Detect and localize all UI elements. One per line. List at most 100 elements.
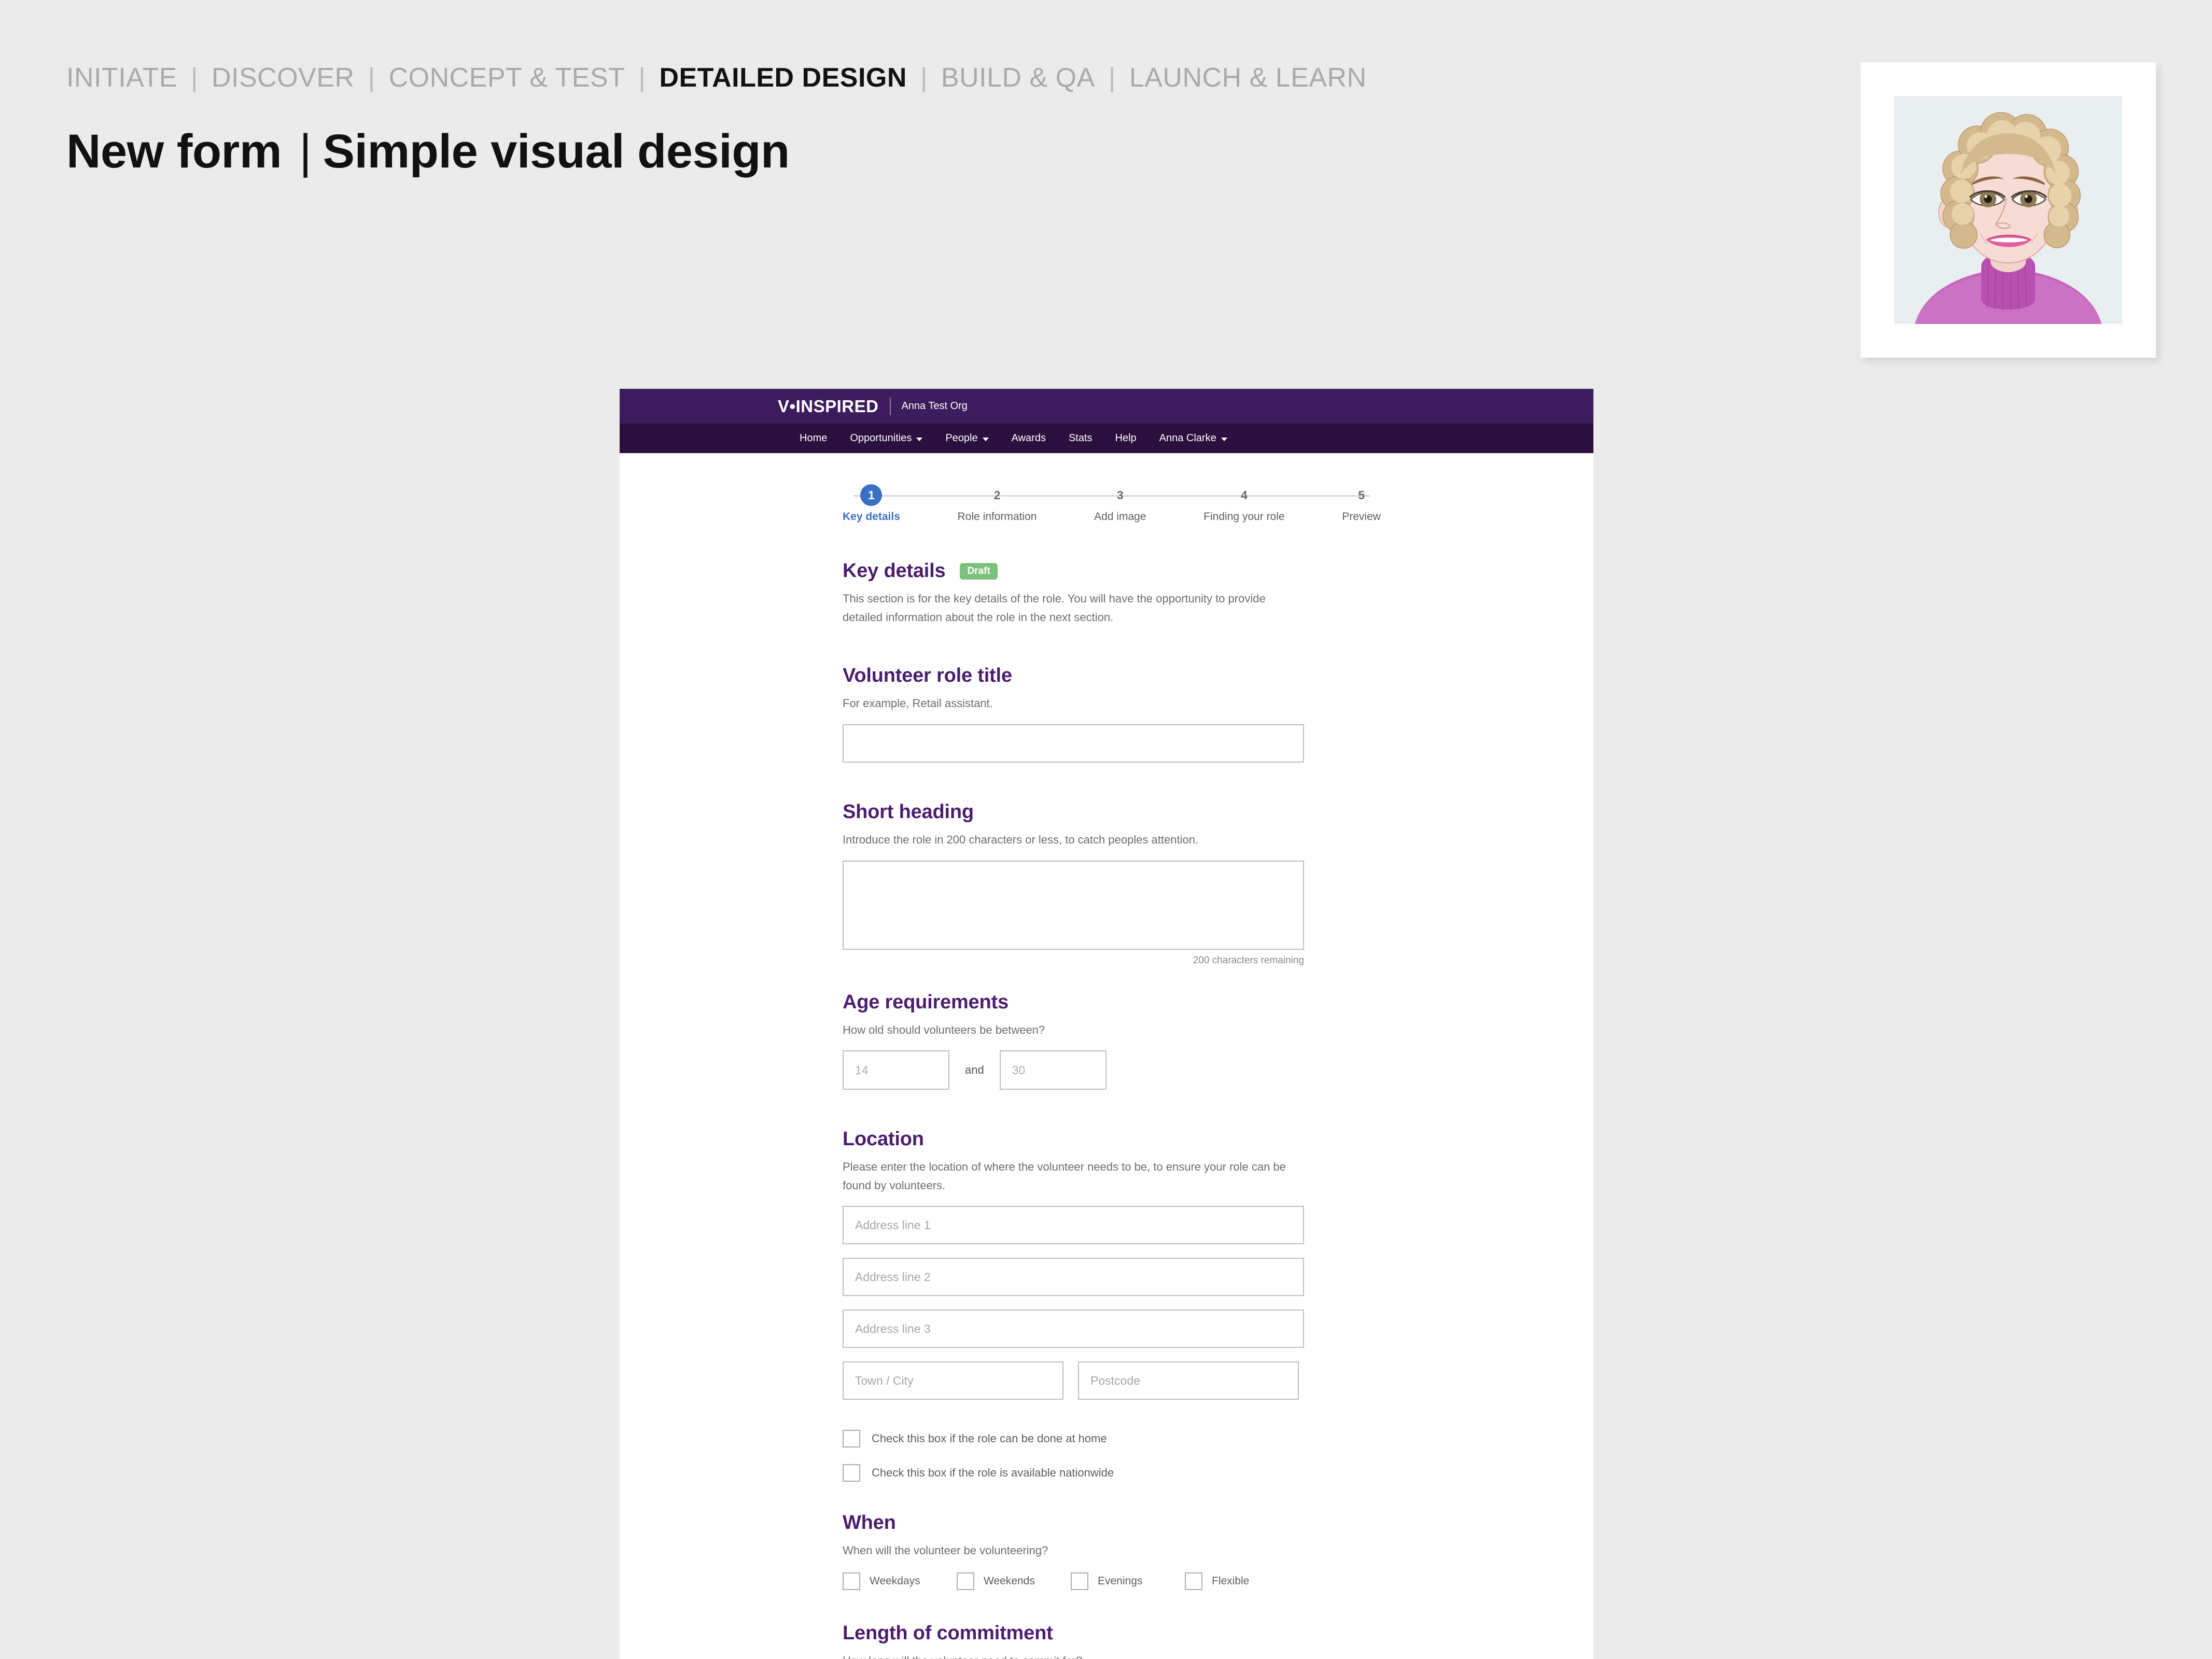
key-details-heading-row: Key details Draft	[843, 560, 1299, 582]
form-page-body: 1 Key details 2 Role information 3 Add i…	[620, 484, 1593, 1659]
phase-concept-test[interactable]: CONCEPT & TEST	[389, 62, 625, 93]
checkbox-flexible[interactable]	[1185, 1572, 1202, 1590]
volunteer-role-title-section: Volunteer role title For example, Retail…	[843, 665, 1304, 763]
stepper-step-add-image[interactable]: 3 Add image	[1094, 484, 1146, 523]
stepper-step-key-details[interactable]: 1 Key details	[843, 484, 900, 523]
volunteer-role-title-label: Volunteer role title	[843, 665, 1012, 687]
phase-detailed-design[interactable]: DETAILED DESIGN	[659, 62, 906, 93]
stepper-step-number: 1	[860, 484, 883, 506]
town-city-input[interactable]	[843, 1361, 1063, 1400]
phase-separator: |	[368, 63, 375, 93]
stepper-step-role-information[interactable]: 2 Role information	[958, 484, 1037, 523]
nav-item-awards[interactable]: Awards	[1000, 432, 1057, 444]
when-section: When When will the volunteer be voluntee…	[843, 1512, 1299, 1590]
nav-item-home[interactable]: Home	[788, 432, 838, 444]
chevron-down-icon	[1221, 438, 1227, 441]
checkbox-nationwide[interactable]	[843, 1464, 860, 1482]
when-option-label: Weekdays	[870, 1575, 920, 1587]
nav-item-stats[interactable]: Stats	[1057, 432, 1104, 444]
nav-item-people[interactable]: People	[934, 432, 1000, 444]
short-heading-section: Short heading Introduce the role in 200 …	[843, 800, 1304, 966]
age-minimum-input[interactable]	[843, 1050, 949, 1090]
phase-separator: |	[638, 63, 646, 93]
town-postcode-row	[843, 1361, 1299, 1400]
checkbox-row-done-at-home[interactable]: Check this box if the role can be done a…	[843, 1430, 1299, 1448]
phase-separator: |	[190, 63, 198, 93]
nav-item-label: Help	[1115, 432, 1137, 444]
when-option-evenings[interactable]: Evenings	[1071, 1572, 1185, 1590]
nav-item-help[interactable]: Help	[1104, 432, 1148, 444]
stepper-step-label: Add image	[1094, 511, 1146, 523]
address-line-2-input[interactable]	[843, 1258, 1304, 1297]
logo-divider	[890, 397, 891, 415]
stepper-step-number: 2	[993, 488, 1001, 502]
page-title-secondary: Simple visual design	[323, 125, 790, 178]
when-label: When	[843, 1512, 896, 1534]
stepper-step-finding-your-role[interactable]: 4 Finding your role	[1203, 484, 1284, 523]
short-heading-textarea[interactable]	[843, 860, 1304, 950]
volunteer-role-title-help: For example, Retail assistant.	[843, 697, 993, 710]
age-maximum-input[interactable]	[999, 1050, 1107, 1090]
status-badge: Draft	[960, 563, 998, 580]
postcode-input[interactable]	[1078, 1361, 1299, 1400]
length-of-commitment-help: How long will the volunteer need to comm…	[843, 1652, 1299, 1659]
checkbox-weekends[interactable]	[957, 1572, 974, 1590]
stepper-step-label: Finding your role	[1203, 511, 1285, 523]
avatar-card	[1860, 62, 2156, 358]
checkbox-label: Check this box if the role can be done a…	[872, 1432, 1107, 1445]
when-option-label: Evenings	[1098, 1575, 1143, 1587]
checkbox-done-at-home[interactable]	[843, 1430, 860, 1448]
app-nav-bar: Home Opportunities People Awards Stats H…	[620, 424, 1593, 453]
length-of-commitment-label: Length of commitment	[843, 1622, 1053, 1644]
nav-item-label: Awards	[1011, 432, 1046, 444]
short-heading-character-counter: 200 characters remaining	[1193, 954, 1304, 966]
phase-launch-learn[interactable]: LAUNCH & LEARN	[1129, 62, 1367, 93]
stepper-step-label: Key details	[843, 511, 900, 523]
phase-initiate[interactable]: INITIATE	[66, 62, 177, 93]
nav-item-opportunities[interactable]: Opportunities	[838, 432, 934, 444]
nav-item-label: Opportunities	[850, 432, 912, 444]
app-window: V•INSPIRED Anna Test Org Home Opportunit…	[620, 389, 1593, 1659]
volunteer-role-title-input[interactable]	[843, 724, 1304, 763]
form-stepper: 1 Key details 2 Role information 3 Add i…	[620, 484, 1593, 541]
when-option-weekdays[interactable]: Weekdays	[843, 1572, 957, 1590]
phase-separator: |	[1108, 63, 1116, 93]
phase-discover[interactable]: DISCOVER	[212, 62, 355, 93]
short-heading-help: Introduce the role in 200 characters or …	[843, 833, 1199, 846]
stepper-step-preview[interactable]: 5 Preview	[1342, 484, 1381, 523]
slide-canvas: INITIATE | DISCOVER | CONCEPT & TEST | D…	[0, 0, 2212, 1659]
nav-item-label: People	[945, 432, 978, 444]
address-line-1-input[interactable]	[843, 1206, 1304, 1245]
stepper-step-number: 5	[1358, 488, 1365, 502]
stepper-step-number: 3	[1116, 488, 1124, 502]
checkbox-weekdays[interactable]	[843, 1572, 860, 1590]
phase-build-qa[interactable]: BUILD & QA	[941, 62, 1095, 93]
org-name: Anna Test Org	[901, 400, 968, 412]
checkbox-evenings[interactable]	[1071, 1572, 1088, 1590]
age-requirements-label: Age requirements	[843, 991, 1009, 1013]
location-help: Please enter the location of where the v…	[843, 1160, 1286, 1192]
location-section: Location Please enter the location of wh…	[843, 1128, 1304, 1482]
length-of-commitment-section: Length of commitment How long will the v…	[843, 1622, 1299, 1659]
when-help: When will the volunteer be volunteering?	[843, 1544, 1048, 1557]
age-requirements-section: Age requirements How old should voluntee…	[843, 991, 1299, 1090]
nav-item-user-menu[interactable]: Anna Clarke	[1148, 432, 1239, 444]
when-option-flexible[interactable]: Flexible	[1185, 1572, 1299, 1590]
phase-separator: |	[920, 63, 928, 93]
chevron-down-icon	[916, 438, 923, 441]
key-details-form: Key details Draft This section is for th…	[620, 560, 1304, 1659]
age-range-row: and	[843, 1050, 1299, 1090]
address-fields	[843, 1206, 1304, 1400]
phase-nav: INITIATE | DISCOVER | CONCEPT & TEST | D…	[66, 62, 1367, 93]
key-details-title: Key details	[843, 560, 946, 582]
checkbox-row-nationwide[interactable]: Check this box if the role is available …	[843, 1464, 1299, 1482]
address-line-3-input[interactable]	[843, 1310, 1304, 1348]
stepper-step-label: Preview	[1342, 511, 1381, 523]
vinspired-logo[interactable]: V•INSPIRED	[778, 397, 878, 416]
short-heading-label: Short heading	[843, 800, 974, 823]
when-option-weekends[interactable]: Weekends	[957, 1572, 1071, 1590]
stepper-step-label: Role information	[957, 511, 1037, 523]
nav-item-label: Anna Clarke	[1159, 432, 1216, 444]
location-checkboxes: Check this box if the role can be done a…	[843, 1430, 1299, 1482]
stepper-step-number: 4	[1240, 488, 1248, 502]
